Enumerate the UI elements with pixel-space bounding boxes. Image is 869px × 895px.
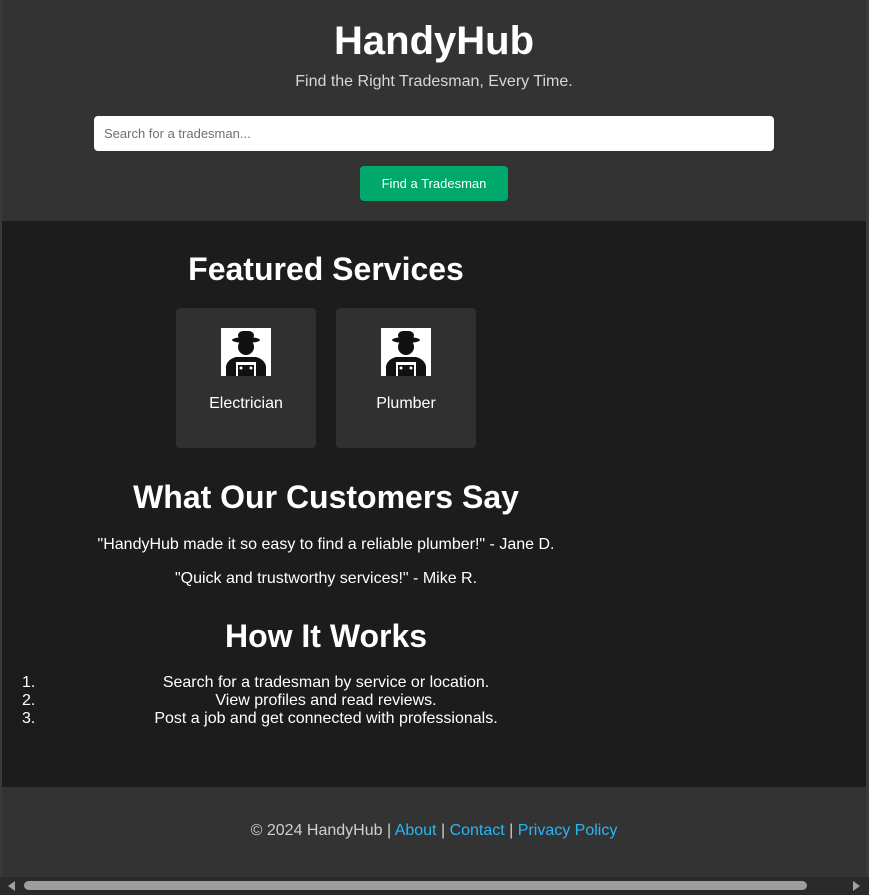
footer-separator: | [386, 822, 392, 839]
service-label-plumber: Plumber [376, 395, 436, 412]
site-footer: © 2024 HandyHub | About | Contact | Priv… [2, 787, 866, 877]
step-number: 2. [22, 692, 36, 709]
tradesman-icon [381, 328, 431, 376]
step-text: Search for a tradesman by service or loc… [162, 674, 490, 691]
footer-separator: | [440, 822, 446, 839]
step-text: View profiles and read reviews. [215, 692, 437, 709]
tradesman-icon [221, 328, 271, 376]
browser-viewport: HandyHub Find the Right Tradesman, Every… [0, 0, 869, 895]
featured-services-heading: Featured Services [188, 251, 464, 287]
search-input[interactable] [94, 116, 774, 151]
how-it-works-heading: How It Works [224, 618, 428, 654]
step-item: 1. Search for a tradesman by service or … [2, 674, 650, 692]
service-card-electrician[interactable]: Electrician [176, 308, 316, 448]
horizontal-scrollbar[interactable] [0, 877, 869, 895]
step-number: 1. [22, 674, 36, 691]
find-tradesman-button[interactable]: Find a Tradesman [360, 166, 508, 201]
scroll-left-arrow-icon[interactable] [8, 881, 15, 891]
copyright-text: © 2024 HandyHub [250, 822, 383, 839]
testimonial-quote: "HandyHub made it so easy to find a reli… [97, 536, 555, 553]
step-text: Post a job and get connected with profes… [154, 710, 498, 727]
how-it-works-steps: 1. Search for a tradesman by service or … [2, 674, 650, 728]
footer-link-privacy-policy[interactable]: Privacy Policy [518, 822, 618, 839]
step-item: 3. Post a job and get connected with pro… [2, 710, 650, 728]
tagline: Find the Right Tradesman, Every Time. [295, 73, 573, 90]
main-content: Featured Services Electrician Plumber Wh… [2, 221, 866, 787]
step-number: 3. [22, 710, 36, 727]
footer-separator: | [509, 822, 514, 839]
footer-link-contact[interactable]: Contact [450, 822, 505, 839]
site-header: HandyHub Find the Right Tradesman, Every… [2, 0, 866, 221]
service-card-plumber[interactable]: Plumber [336, 308, 476, 448]
site-title: HandyHub [334, 19, 534, 63]
step-item: 2. View profiles and read reviews. [2, 692, 650, 710]
service-label-electrician: Electrician [209, 395, 283, 412]
scroll-right-arrow-icon[interactable] [853, 881, 860, 891]
footer-link-about[interactable]: About [395, 822, 437, 839]
testimonial-quote: "Quick and trustworthy services!" - Mike… [174, 570, 478, 587]
testimonials-heading: What Our Customers Say [133, 479, 519, 515]
footer-line: © 2024 HandyHub | About | Contact | Priv… [2, 821, 866, 841]
scrollbar-thumb[interactable] [24, 881, 807, 890]
